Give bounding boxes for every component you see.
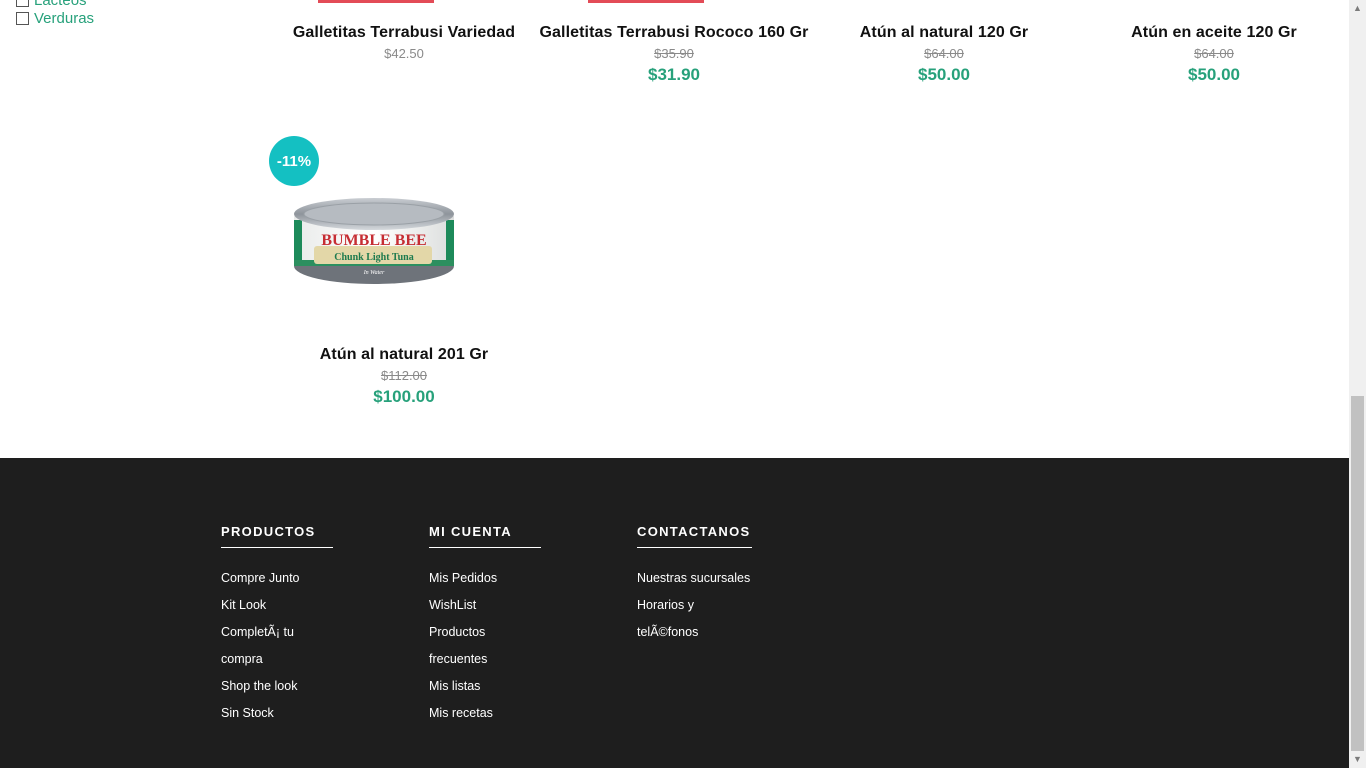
filter-label[interactable]: Lacteos bbox=[34, 0, 87, 9]
footer-link[interactable]: Mis Pedidos bbox=[429, 565, 549, 592]
filter-label[interactable]: Verduras bbox=[34, 10, 94, 27]
product-name[interactable]: Galletitas Terrabusi Rococo 160 Gr bbox=[539, 24, 809, 42]
site-footer: PRODUCTOS Compre Junto Kit Look CompletÃ… bbox=[0, 458, 1349, 768]
scroll-down-arrow-icon[interactable]: ▼ bbox=[1349, 751, 1366, 768]
footer-link[interactable]: Productos frecuentes bbox=[429, 619, 499, 673]
product-name[interactable]: Atún al natural 201 Gr bbox=[269, 346, 539, 364]
product-original-price: $35.90 bbox=[654, 46, 694, 61]
filter-checkbox[interactable] bbox=[16, 0, 29, 7]
filter-checkbox[interactable] bbox=[16, 12, 29, 25]
footer-link[interactable]: Mis recetas bbox=[429, 700, 549, 727]
footer-heading: PRODUCTOS bbox=[221, 524, 333, 548]
product-original-price: $64.00 bbox=[924, 46, 964, 61]
footer-link[interactable]: Nuestras sucursales bbox=[637, 565, 757, 592]
filter-verduras[interactable]: Verduras bbox=[16, 10, 94, 27]
footer-column-productos: PRODUCTOS Compre Junto Kit Look CompletÃ… bbox=[221, 523, 341, 727]
footer-link[interactable]: Mis listas bbox=[429, 673, 549, 700]
footer-link[interactable]: Sin Stock bbox=[221, 700, 341, 727]
product-price: $42.50 bbox=[384, 46, 424, 61]
product-card[interactable]: Atún al natural 120 Gr $64.00 $50.00 bbox=[809, 24, 1079, 85]
footer-link[interactable]: Shop the look bbox=[221, 673, 341, 700]
footer-link[interactable]: WishList bbox=[429, 592, 549, 619]
scroll-up-arrow-icon[interactable]: ▲ bbox=[1349, 0, 1366, 17]
footer-heading: CONTACTANOS bbox=[637, 524, 752, 548]
product-name[interactable]: Galletitas Terrabusi Variedad bbox=[269, 24, 539, 42]
footer-link[interactable]: Compre Junto bbox=[221, 565, 341, 592]
filter-lacteos[interactable]: Lacteos bbox=[16, 0, 94, 9]
can-note-text: In Water bbox=[363, 270, 385, 276]
category-filters: Lacteos Verduras bbox=[16, 0, 94, 28]
footer-link[interactable]: CompletÃ¡ tu compra bbox=[221, 619, 307, 673]
product-original-price: $64.00 bbox=[1194, 46, 1234, 61]
product-card[interactable]: Galletitas Terrabusi Variedad $42.50 bbox=[269, 24, 539, 61]
product-image-cropped[interactable] bbox=[318, 0, 434, 3]
product-sale-price: $50.00 bbox=[918, 65, 970, 84]
footer-link[interactable]: Kit Look bbox=[221, 592, 341, 619]
product-sale-price: $31.90 bbox=[648, 65, 700, 84]
footer-link[interactable]: Horarios y telÃ©fonos bbox=[637, 592, 707, 646]
can-brand-text: BUMBLE BEE bbox=[321, 232, 426, 249]
footer-heading: MI CUENTA bbox=[429, 524, 541, 548]
product-name[interactable]: Atún en aceite 120 Gr bbox=[1079, 24, 1349, 42]
product-card[interactable]: Atún en aceite 120 Gr $64.00 $50.00 bbox=[1079, 24, 1349, 85]
vertical-scrollbar[interactable]: ▲ ▼ bbox=[1349, 0, 1366, 768]
discount-badge: -11% bbox=[269, 136, 319, 186]
can-product-text: Chunk Light Tuna bbox=[334, 252, 414, 263]
product-sale-price: $100.00 bbox=[373, 387, 435, 406]
product-image-cropped[interactable] bbox=[588, 0, 704, 3]
product-sale-price: $50.00 bbox=[1188, 65, 1240, 84]
page: Lacteos Verduras Galletitas Terrabusi Va… bbox=[0, 0, 1349, 768]
footer-column-mi-cuenta: MI CUENTA Mis Pedidos WishList Productos… bbox=[429, 523, 549, 727]
product-original-price: $112.00 bbox=[380, 368, 428, 383]
footer-column-contactanos: CONTACTANOS Nuestras sucursales Horarios… bbox=[637, 523, 757, 646]
product-card[interactable]: Galletitas Terrabusi Rococo 160 Gr $35.9… bbox=[539, 24, 809, 85]
scroll-thumb[interactable] bbox=[1351, 396, 1364, 751]
product-name[interactable]: Atún al natural 120 Gr bbox=[809, 24, 1079, 42]
tuna-can-image[interactable]: BUMBLE BEE Chunk Light Tuna In Water bbox=[292, 194, 456, 288]
product-card[interactable]: Atún al natural 201 Gr $112.00 $100.00 bbox=[269, 346, 539, 407]
